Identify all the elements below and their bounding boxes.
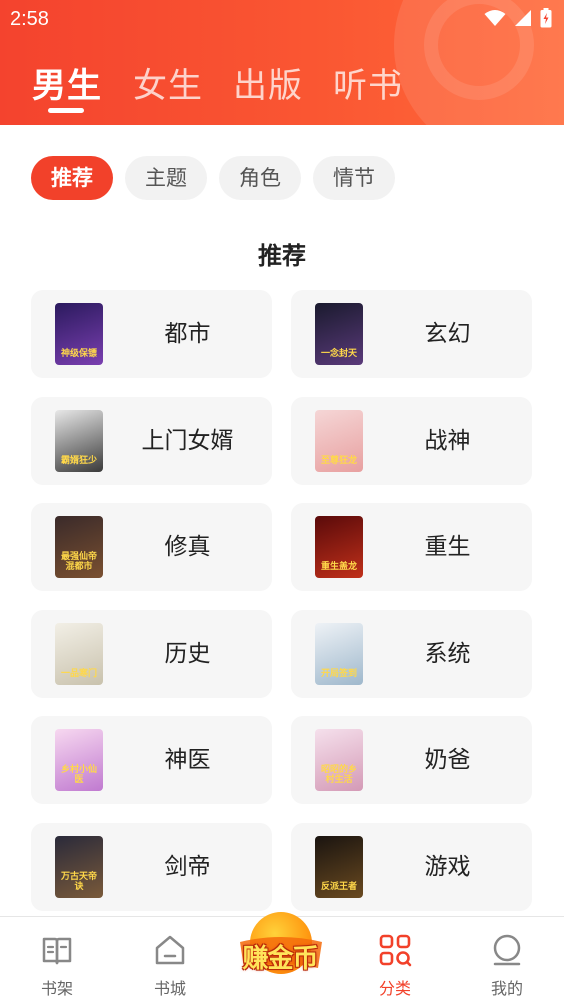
home-icon <box>155 935 185 965</box>
book-cover-title: 昭昭的乡村生活 <box>320 765 357 785</box>
category-card[interactable]: 霸婿狂少 上门女婿 <box>31 397 272 485</box>
book-cover-title: 一品寒门 <box>60 669 97 679</box>
header: 2:58 男生 女生 出版 听书 <box>0 0 564 125</box>
book-cover-image: 一念封天 <box>315 303 363 365</box>
category-label: 历史 <box>164 641 211 667</box>
signal-icon <box>515 10 531 26</box>
app-screen: 2:58 男生 女生 出版 听书 推荐 主题 角色 情节 推荐 神级保镖 都市 … <box>0 0 564 1004</box>
book-cover-image: 昭昭的乡村生活 <box>315 729 363 791</box>
category-label: 游戏 <box>424 854 471 880</box>
book-cover-image: 至尊狂龙 <box>315 410 363 472</box>
book-cover-image: 最强仙帝混都市 <box>55 516 103 578</box>
tab-publish[interactable]: 出版 <box>233 58 303 107</box>
category-card[interactable]: 反派王者 游戏 <box>291 823 532 911</box>
category-label: 战神 <box>424 428 471 454</box>
profile-icon <box>493 934 521 966</box>
book-cover-title: 乡村小仙医 <box>60 765 97 785</box>
category-label: 都市 <box>164 321 211 347</box>
bookshelf-icon <box>42 937 72 965</box>
book-cover-image: 开局签到 <box>315 623 363 685</box>
category-grid-icon <box>379 934 412 967</box>
book-cover-title: 至尊狂龙 <box>320 456 357 466</box>
status-time: 2:58 <box>10 8 49 30</box>
chip-recommend[interactable]: 推荐 <box>31 156 113 200</box>
book-cover-image: 反派王者 <box>315 836 363 898</box>
nav-bookstore[interactable]: 书城 <box>130 917 210 1004</box>
category-label: 重生 <box>424 534 471 560</box>
tab-audiobook[interactable]: 听书 <box>333 58 403 107</box>
nav-profile[interactable]: 我的 <box>467 917 547 1004</box>
category-label: 上门女婿 <box>141 428 234 454</box>
book-cover-title: 反派王者 <box>320 882 357 892</box>
status-bar: 2:58 <box>0 0 564 38</box>
status-icons <box>484 8 552 28</box>
chip-theme[interactable]: 主题 <box>125 156 207 200</box>
earn-coins-label: 赚金币 <box>242 944 318 974</box>
category-card[interactable]: 至尊狂龙 战神 <box>291 397 532 485</box>
book-cover-image: 万古天帝诀 <box>55 836 103 898</box>
category-label: 神医 <box>164 747 211 773</box>
nav-label-bookshelf: 书架 <box>40 979 73 998</box>
tab-female[interactable]: 女生 <box>133 58 203 107</box>
category-card[interactable]: 开局签到 系统 <box>291 610 532 698</box>
book-cover-title: 霸婿狂少 <box>60 456 97 466</box>
section-title: 推荐 <box>258 242 306 270</box>
book-cover-title: 神级保镖 <box>60 349 97 359</box>
nav-label-bookstore: 书城 <box>153 979 186 998</box>
category-label: 玄幻 <box>424 321 471 347</box>
book-cover-title: 万古天帝诀 <box>60 872 97 892</box>
book-cover-title: 一念封天 <box>320 349 357 359</box>
book-cover-image: 神级保镖 <box>55 303 103 365</box>
category-label: 奶爸 <box>424 747 471 773</box>
book-cover-title: 最强仙帝混都市 <box>60 552 97 572</box>
book-cover-title: 开局签到 <box>320 669 357 679</box>
category-card[interactable]: 一念封天 玄幻 <box>291 290 532 378</box>
nav-label-category: 分类 <box>378 979 411 998</box>
tab-male[interactable]: 男生 <box>32 58 102 107</box>
category-card[interactable]: 最强仙帝混都市 修真 <box>31 503 272 591</box>
nav-category[interactable]: 分类 <box>355 917 435 1004</box>
category-card[interactable]: 昭昭的乡村生活 奶爸 <box>291 716 532 804</box>
category-card[interactable]: 重生盖龙 重生 <box>291 503 532 591</box>
book-cover-image: 乡村小仙医 <box>55 729 103 791</box>
book-cover-image: 重生盖龙 <box>315 516 363 578</box>
book-cover-image: 霸婿狂少 <box>55 410 103 472</box>
chip-role[interactable]: 角色 <box>219 156 301 200</box>
top-tabs: 男生 女生 出版 听书 <box>0 58 564 118</box>
category-label: 剑帝 <box>164 854 211 880</box>
nav-label-profile: 我的 <box>490 979 523 998</box>
category-card[interactable]: 万古天帝诀 剑帝 <box>31 823 272 911</box>
chip-plot[interactable]: 情节 <box>313 156 395 200</box>
category-label: 系统 <box>424 641 471 667</box>
category-card[interactable]: 神级保镖 都市 <box>31 290 272 378</box>
earn-coins-button[interactable]: 赚金币 <box>232 906 328 992</box>
category-card[interactable]: 乡村小仙医 神医 <box>31 716 272 804</box>
category-label: 修真 <box>164 534 211 560</box>
battery-icon <box>540 8 552 28</box>
active-tab-indicator <box>48 108 84 113</box>
book-cover-image: 一品寒门 <box>55 623 103 685</box>
book-cover-title: 重生盖龙 <box>320 562 357 572</box>
category-card[interactable]: 一品寒门 历史 <box>31 610 272 698</box>
nav-bookshelf[interactable]: 书架 <box>17 917 97 1004</box>
wifi-icon <box>484 10 506 26</box>
